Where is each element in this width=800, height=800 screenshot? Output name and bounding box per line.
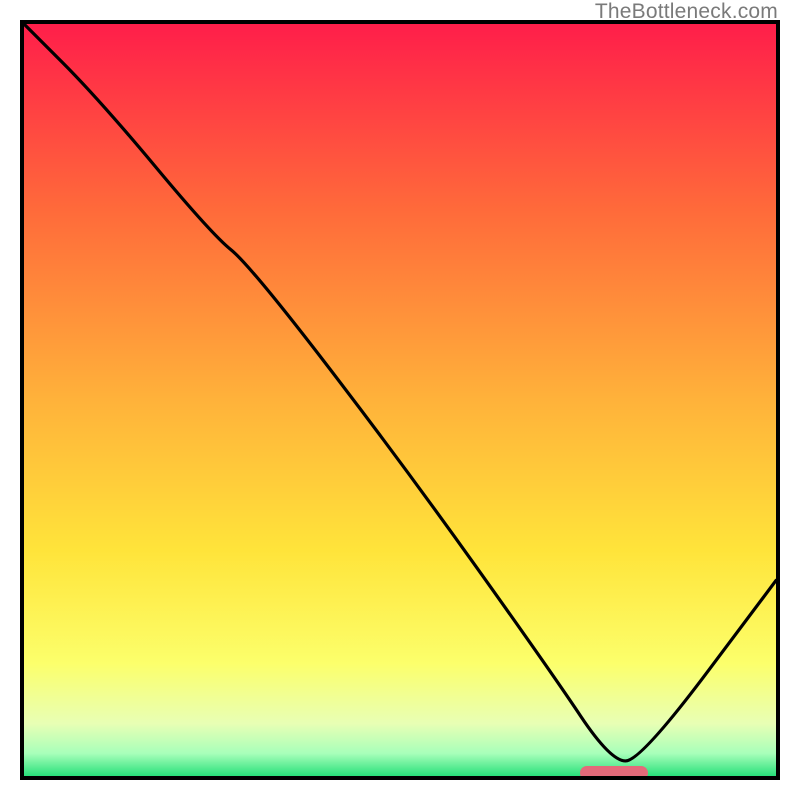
- bottleneck-curve: [24, 24, 776, 776]
- chart-frame: [20, 20, 780, 780]
- optimal-range-marker: [580, 766, 648, 780]
